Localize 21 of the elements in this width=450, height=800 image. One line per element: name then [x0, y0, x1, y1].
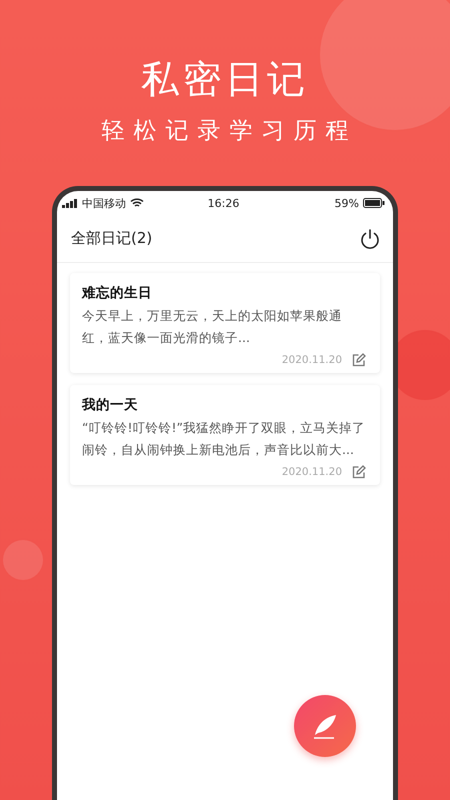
diary-title: 我的一天: [82, 396, 139, 415]
diary-card[interactable]: 难忘的生日 今天早上，万里无云，天上的太阳如苹果般通红，蓝天像一面光滑的镜子... 2020.11.20: [70, 273, 380, 373]
diary-date: 2020.11.20: [282, 354, 342, 366]
wifi-icon: [130, 198, 144, 208]
promo-title: 私密日记: [140, 56, 310, 103]
carrier-name: 中国移动: [82, 196, 126, 210]
write-button[interactable]: [294, 695, 356, 757]
page-title: 全部日记(2): [71, 229, 152, 248]
battery-percent: 59%: [334, 196, 359, 210]
battery-icon: [362, 198, 385, 208]
edit-icon[interactable]: [352, 465, 366, 479]
diary-title: 难忘的生日: [82, 284, 153, 303]
power-icon[interactable]: [359, 228, 381, 250]
promo-subtitle: 轻松记录学习历程: [100, 117, 358, 146]
edit-icon[interactable]: [352, 353, 366, 367]
diary-excerpt: “叮铃铃!叮铃铃!”我猛然睁开了双眼，立马关掉了闹铃，自从闹钟换上新电池后，声音比以前大...: [82, 419, 366, 459]
status-time: 16:26: [208, 196, 240, 210]
signal-icon: [62, 198, 78, 208]
diary-date: 2020.11.20: [282, 466, 342, 478]
diary-excerpt: 今天早上，万里无云，天上的太阳如苹果般通红，蓝天像一面光滑的镜子...: [82, 307, 343, 347]
diary-card[interactable]: 我的一天 “叮铃铃!叮铃铃!”我猛然睁开了双眼，立马关掉了闹铃，自从闹钟换上新电池后，声音比以前大... 2020.11.20: [70, 385, 380, 485]
